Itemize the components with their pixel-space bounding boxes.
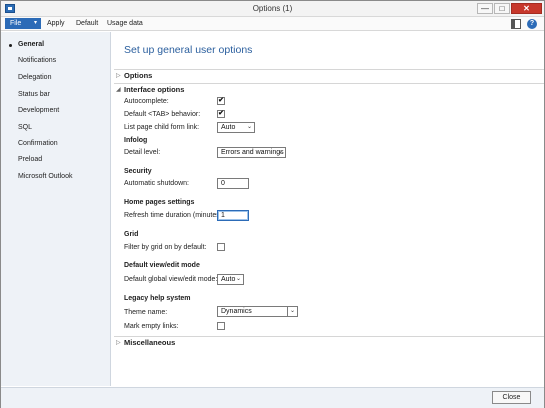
collapsed-triangle-icon: ▷: [116, 340, 121, 346]
list-page-child-form-link-select[interactable]: Auto ⌄: [217, 122, 255, 133]
filter-by-grid-checkbox[interactable]: [217, 243, 225, 251]
default-tab-behavior-label: Default <TAB> behavior:: [124, 111, 201, 118]
list-page-child-form-link-value: Auto: [221, 124, 236, 131]
mark-empty-links-checkbox[interactable]: [217, 322, 225, 330]
options-section-label: Options: [124, 71, 153, 80]
chevron-down-icon: ⌄: [277, 149, 283, 155]
interface-options-section-label: Interface options: [124, 85, 185, 94]
refresh-time-duration-input[interactable]: 1: [217, 210, 249, 221]
close-window-button[interactable]: ✕: [511, 3, 542, 14]
usage-data-menu-item[interactable]: Usage data: [107, 20, 143, 27]
nav-item-development[interactable]: Development: [18, 107, 59, 114]
title-bar: Options (1) — □ ✕: [1, 1, 544, 17]
maximize-button[interactable]: □: [494, 3, 510, 14]
mark-empty-links-label: Mark empty links:: [124, 323, 179, 330]
page-title: Set up general user options: [124, 44, 253, 56]
default-global-view-edit-mode-label: Default global view/edit mode:: [124, 276, 218, 283]
help-icon[interactable]: ?: [527, 19, 537, 29]
nav-item-general[interactable]: General: [18, 41, 44, 48]
nav-item-status-bar[interactable]: Status bar: [18, 91, 50, 98]
autocomplete-label: Autocomplete:: [124, 98, 169, 105]
nav-item-sql[interactable]: SQL: [18, 124, 32, 131]
chevron-down-icon: ⌄: [287, 306, 297, 317]
window-title: Options (1): [252, 4, 293, 13]
theme-name-value: Dynamics: [221, 308, 252, 315]
nav-item-notifications[interactable]: Notifications: [18, 57, 56, 64]
filter-by-grid-label: Filter by grid on by default:: [124, 244, 207, 251]
footer-bar: [1, 387, 544, 408]
miscellaneous-section-label: Miscellaneous: [124, 338, 176, 347]
default-view-edit-mode-group-header: Default view/edit mode: [124, 262, 200, 269]
options-section-header[interactable]: ▷ Options: [114, 69, 544, 81]
home-pages-settings-group-header: Home pages settings: [124, 199, 195, 206]
detail-level-label: Detail level:: [124, 149, 161, 156]
refresh-time-duration-label: Refresh time duration (minutes):: [124, 212, 224, 219]
autocomplete-checkbox[interactable]: ✔: [217, 97, 225, 105]
default-menu-item[interactable]: Default: [76, 20, 98, 27]
miscellaneous-section-header[interactable]: ▷ Miscellaneous: [114, 336, 544, 348]
close-button[interactable]: Close: [492, 391, 531, 404]
chevron-down-icon: ⌄: [235, 276, 241, 282]
minimize-button[interactable]: —: [477, 3, 493, 14]
grid-group-header: Grid: [124, 231, 139, 238]
active-bullet-icon: [9, 44, 12, 47]
default-tab-behavior-checkbox[interactable]: ✔: [217, 110, 225, 118]
theme-name-select[interactable]: Dynamics ⌄: [217, 306, 298, 317]
legacy-help-system-group-header: Legacy help system: [124, 295, 191, 302]
nav-item-delegation[interactable]: Delegation: [18, 74, 51, 81]
collapsed-triangle-icon: ▷: [116, 73, 121, 79]
nav-item-confirmation[interactable]: Confirmation: [18, 140, 58, 147]
file-menu-label: File: [10, 20, 22, 27]
infolog-group-header: Infolog: [124, 137, 148, 144]
chevron-down-icon: ⌄: [246, 124, 252, 130]
options-window: Options (1) — □ ✕ File ▾ Apply Default U…: [0, 0, 545, 408]
menu-bar: File ▾ Apply Default Usage data ?: [1, 17, 544, 31]
left-navigation: General Notifications Delegation Status …: [1, 32, 111, 386]
list-page-child-form-link-label: List page child form link:: [124, 124, 200, 131]
apply-menu-item[interactable]: Apply: [47, 20, 65, 27]
expanded-triangle-icon: ◢: [116, 87, 121, 93]
nav-item-microsoft-outlook[interactable]: Microsoft Outlook: [18, 173, 72, 180]
automatic-shutdown-input[interactable]: 0: [217, 178, 249, 189]
interface-options-section-header[interactable]: ◢ Interface options: [114, 83, 544, 95]
detail-level-select[interactable]: Errors and warnings ⌄: [217, 147, 286, 158]
default-global-view-edit-mode-select[interactable]: Auto ⌄: [217, 274, 244, 285]
theme-name-label: Theme name:: [124, 309, 168, 316]
security-group-header: Security: [124, 168, 152, 175]
file-menu-button[interactable]: File ▾: [5, 18, 41, 29]
panel-toggle-icon[interactable]: [511, 19, 521, 29]
detail-level-value: Errors and warnings: [221, 149, 284, 156]
caret-down-icon: ▾: [33, 20, 37, 26]
nav-item-preload[interactable]: Preload: [18, 156, 42, 163]
default-global-view-edit-mode-value: Auto: [221, 276, 236, 283]
automatic-shutdown-label: Automatic shutdown:: [124, 180, 189, 187]
